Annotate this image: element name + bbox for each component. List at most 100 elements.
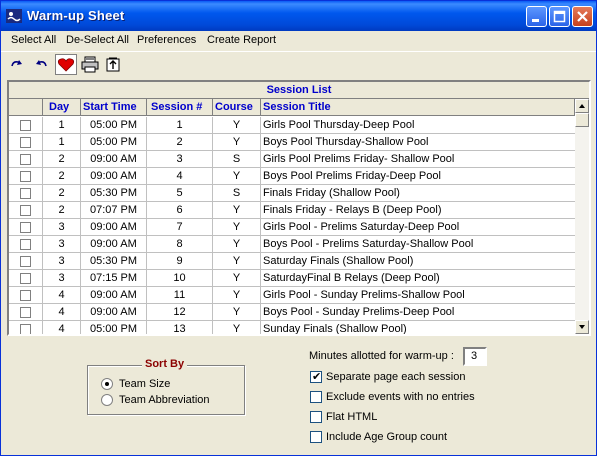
cell-course: Y [213, 117, 261, 134]
cell-select [9, 270, 43, 287]
row-checkbox[interactable] [20, 154, 31, 165]
cell-day: 1 [43, 134, 81, 151]
cell-start-time: 05:30 PM [81, 253, 147, 270]
cell-start-time: 09:00 AM [81, 151, 147, 168]
cell-session-number: 4 [147, 168, 213, 185]
row-checkbox[interactable] [20, 188, 31, 199]
radio-team-abbreviation[interactable] [101, 394, 113, 406]
session-list-grid[interactable]: Session List Day Start Time Session # Co… [7, 80, 591, 336]
export-icon[interactable] [102, 54, 124, 75]
cell-start-time: 05:30 PM [81, 185, 147, 202]
row-checkbox[interactable] [20, 324, 31, 334]
table-row[interactable]: 2 09:00 AM 4 Y Boys Pool Prelims Friday-Deep… [9, 168, 577, 185]
cell-session-title: Boys Pool Prelims Friday-Deep Pool [261, 168, 577, 185]
cell-day: 3 [43, 253, 81, 270]
checkbox-separate-page-label[interactable]: Separate page each session [326, 371, 465, 383]
title-bar[interactable]: Warm-up Sheet [1, 1, 596, 31]
cell-course: Y [213, 168, 261, 185]
cell-start-time: 09:00 AM [81, 168, 147, 185]
checkbox-exclude-events[interactable] [310, 391, 322, 403]
table-row[interactable]: 4 09:00 AM 12 Y Boys Pool - Sunday Prelims-D… [9, 304, 577, 321]
checkbox-flat-html[interactable] [310, 411, 322, 423]
sort-by-title: Sort By [142, 358, 188, 370]
table-row[interactable]: 2 07:07 PM 6 Y Finals Friday - Relays B (Dee… [9, 202, 577, 219]
minimize-button[interactable] [526, 6, 547, 27]
vertical-scrollbar[interactable] [575, 99, 589, 334]
radio-team-size[interactable] [101, 378, 113, 390]
cell-day: 4 [43, 304, 81, 321]
row-checkbox[interactable] [20, 222, 31, 233]
row-checkbox[interactable] [20, 239, 31, 250]
heart-icon[interactable] [55, 54, 77, 75]
row-checkbox[interactable] [20, 120, 31, 131]
table-row[interactable]: 4 05:00 PM 13 Y Sunday Finals (Shallow Pool) [9, 321, 577, 334]
checkbox-age-group-count[interactable] [310, 431, 322, 443]
cell-session-number: 1 [147, 117, 213, 134]
cell-session-number: 11 [147, 287, 213, 304]
scroll-up-button[interactable] [575, 99, 589, 113]
menu-preferences[interactable]: Preferences [137, 34, 196, 46]
cell-course: Y [213, 304, 261, 321]
scroll-thumb[interactable] [575, 113, 589, 127]
table-row[interactable]: 3 05:30 PM 9 Y Saturday Finals (Shallow Pool… [9, 253, 577, 270]
table-row[interactable]: 2 09:00 AM 3 S Girls Pool Prelims Friday- Sh… [9, 151, 577, 168]
radio-team-size-label[interactable]: Team Size [119, 378, 170, 390]
table-row[interactable]: 3 09:00 AM 8 Y Boys Pool - Prelims Saturday-… [9, 236, 577, 253]
cell-start-time: 09:00 AM [81, 219, 147, 236]
cell-select [9, 287, 43, 304]
radio-team-abbreviation-label[interactable]: Team Abbreviation [119, 394, 210, 406]
table-row[interactable]: 2 05:30 PM 5 S Finals Friday (Shallow Pool) [9, 185, 577, 202]
cell-session-title: Girls Pool - Prelims Saturday-Deep Pool [261, 219, 577, 236]
cell-course: S [213, 151, 261, 168]
checkbox-separate-page[interactable] [310, 370, 322, 383]
menu-select-all[interactable]: Select All [11, 34, 56, 46]
column-header-session-title[interactable]: Session Title [261, 99, 575, 116]
table-row[interactable]: 3 07:15 PM 10 Y SaturdayFinal B Relays (Deep… [9, 270, 577, 287]
cell-session-number: 9 [147, 253, 213, 270]
cell-select [9, 253, 43, 270]
cell-start-time: 05:00 PM [81, 117, 147, 134]
grid-caption: Session List [9, 82, 589, 99]
cell-day: 1 [43, 117, 81, 134]
redo-icon[interactable] [7, 54, 29, 75]
row-checkbox[interactable] [20, 307, 31, 318]
table-row[interactable]: 4 09:00 AM 11 Y Girls Pool - Sunday Prelims-… [9, 287, 577, 304]
cell-session-title: Girls Pool Thursday-Deep Pool [261, 117, 577, 134]
cell-start-time: 05:00 PM [81, 321, 147, 334]
cell-start-time: 09:00 AM [81, 287, 147, 304]
checkbox-exclude-events-label[interactable]: Exclude events with no entries [326, 391, 475, 403]
table-row[interactable]: 1 05:00 PM 2 Y Boys Pool Thursday-Shallow Po… [9, 134, 577, 151]
cell-day: 2 [43, 168, 81, 185]
cell-session-number: 10 [147, 270, 213, 287]
checkbox-age-group-count-label[interactable]: Include Age Group count [326, 431, 447, 443]
undo-icon[interactable] [30, 54, 52, 75]
cell-session-number: 2 [147, 134, 213, 151]
row-checkbox[interactable] [20, 171, 31, 182]
menu-deselect-all[interactable]: De-Select All [66, 34, 129, 46]
cell-day: 2 [43, 185, 81, 202]
checkbox-flat-html-label[interactable]: Flat HTML [326, 411, 377, 423]
print-icon[interactable] [79, 54, 101, 75]
minutes-allotted-label: Minutes allotted for warm-up : [309, 350, 454, 362]
table-row[interactable]: 1 05:00 PM 1 Y Girls Pool Thursday-Deep Pool [9, 117, 577, 134]
column-header-session-number[interactable]: Session # [147, 99, 213, 116]
column-header-course[interactable]: Course [213, 99, 261, 116]
row-checkbox[interactable] [20, 273, 31, 284]
row-checkbox[interactable] [20, 256, 31, 267]
column-header-start-time[interactable]: Start Time [81, 99, 147, 116]
minutes-allotted-input[interactable]: 3 [463, 347, 487, 366]
cell-course: Y [213, 287, 261, 304]
row-checkbox[interactable] [20, 290, 31, 301]
table-row[interactable]: 3 09:00 AM 7 Y Girls Pool - Prelims Saturday… [9, 219, 577, 236]
scroll-down-button[interactable] [575, 320, 589, 334]
menu-create-report[interactable]: Create Report [207, 34, 276, 46]
cell-day: 2 [43, 151, 81, 168]
cell-select [9, 236, 43, 253]
close-button[interactable] [572, 6, 593, 27]
row-checkbox[interactable] [20, 137, 31, 148]
column-header-day[interactable]: Day [43, 99, 81, 116]
cell-session-title: Girls Pool Prelims Friday- Shallow Pool [261, 151, 577, 168]
column-header-select[interactable] [9, 99, 43, 116]
maximize-button[interactable] [549, 6, 570, 27]
row-checkbox[interactable] [20, 205, 31, 216]
